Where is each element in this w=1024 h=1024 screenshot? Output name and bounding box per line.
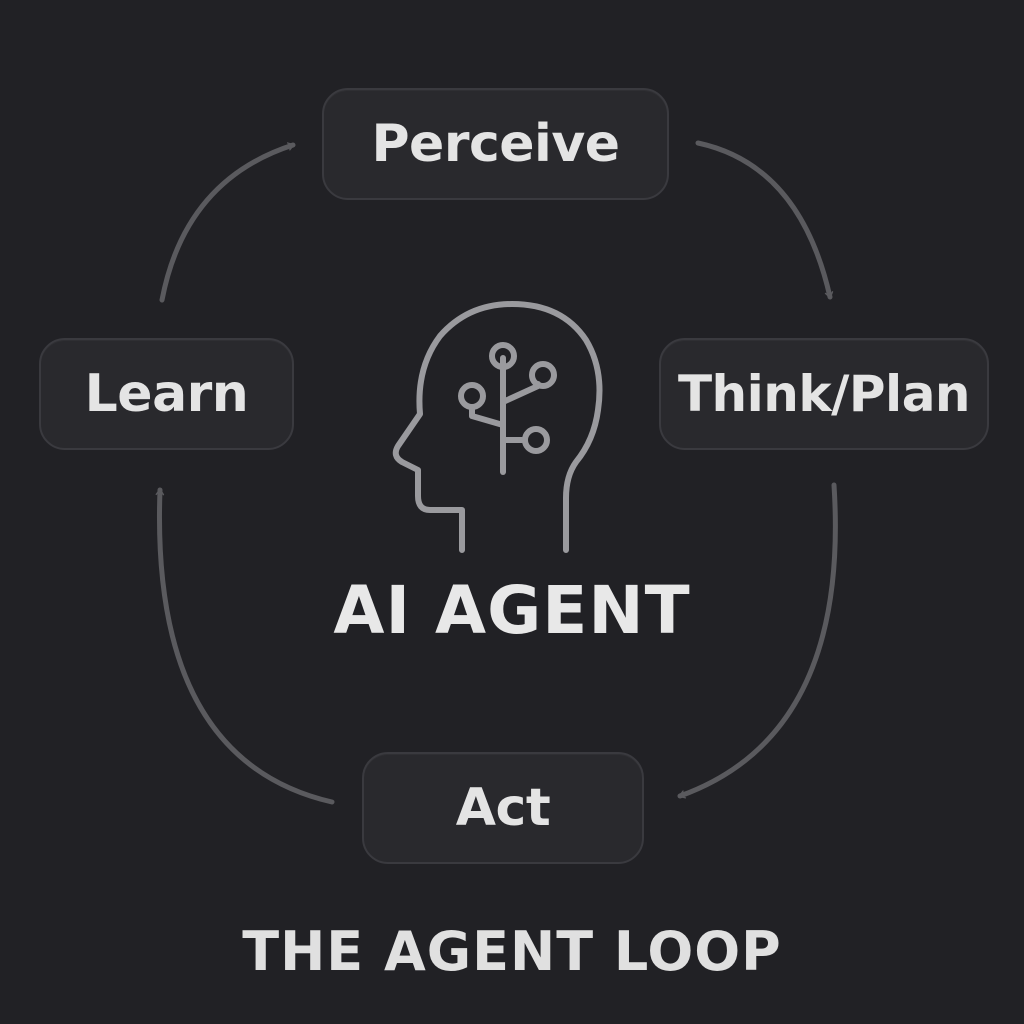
step-act-label: Act <box>455 778 551 838</box>
step-perceive-label: Perceive <box>371 114 620 174</box>
head-with-circuit-icon <box>392 301 603 553</box>
footer-title: THE AGENT LOOP <box>242 920 782 983</box>
arrow-learn-to-perceive <box>159 142 296 303</box>
step-think-plan-label: Think/Plan <box>677 365 971 423</box>
step-learn-label: Learn <box>84 364 249 424</box>
agent-loop-diagram: Perceive Think/Plan Act Learn AI AGENT T… <box>0 0 1024 1024</box>
center-title: AI AGENT <box>333 572 691 649</box>
step-act: Act <box>362 752 644 864</box>
step-learn: Learn <box>39 338 294 450</box>
arrow-perceive-to-think <box>695 140 834 300</box>
step-think-plan: Think/Plan <box>659 338 989 450</box>
step-perceive: Perceive <box>322 88 669 200</box>
